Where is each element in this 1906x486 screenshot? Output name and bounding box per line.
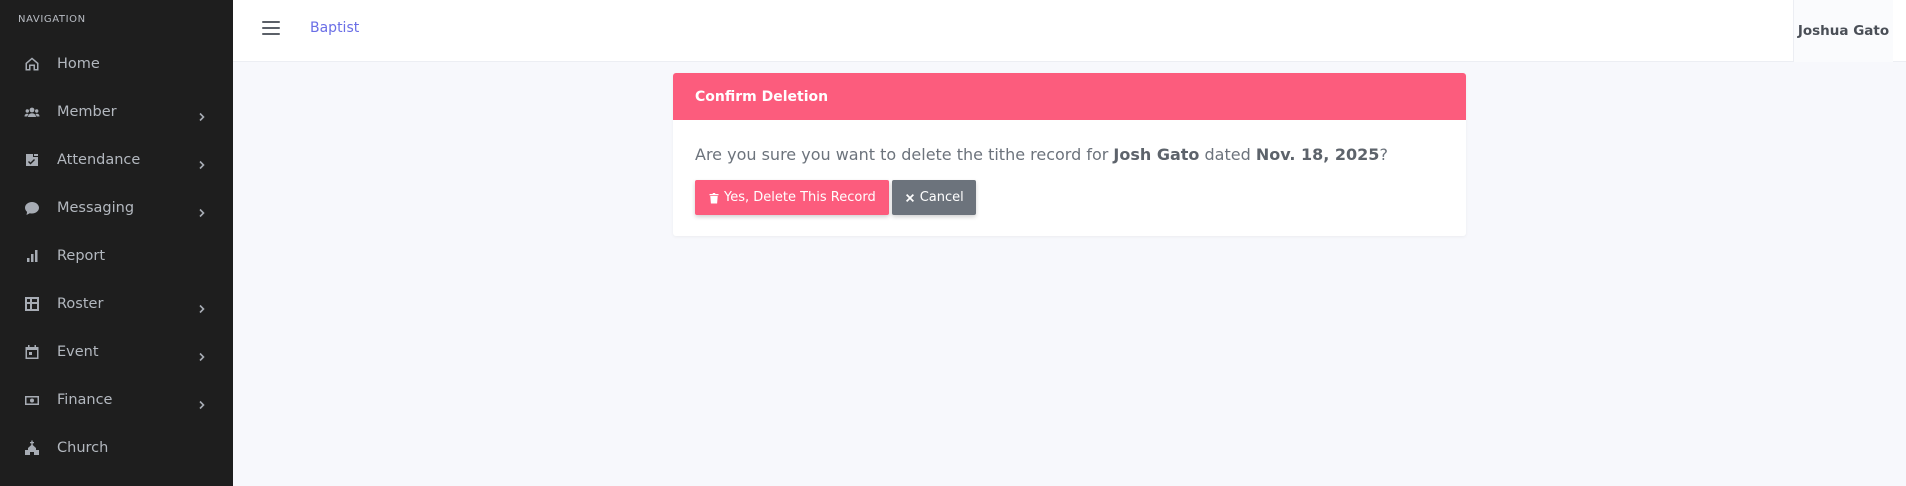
sidebar-item-label: Roster — [57, 296, 104, 312]
calendar-icon — [23, 344, 40, 361]
dialog-title: Confirm Deletion — [673, 73, 1466, 120]
cancel-button[interactable]: Cancel — [891, 180, 976, 216]
users-icon — [23, 104, 40, 121]
close-icon — [905, 193, 914, 202]
sidebar-item-label: Attendance — [57, 152, 141, 168]
hamburger-menu-icon[interactable] — [262, 21, 280, 37]
cancel-label: Cancel — [919, 190, 964, 206]
message-suffix: ? — [1379, 145, 1388, 164]
chevron-right-icon — [197, 203, 207, 218]
chevron-right-icon — [197, 155, 207, 170]
member-name: Josh Gato — [1113, 145, 1200, 164]
sidebar-item-roster[interactable]: Roster — [0, 280, 233, 328]
sidebar-item-label: Report — [57, 248, 106, 264]
church-icon — [23, 440, 40, 457]
sidebar-item-member[interactable]: Member — [0, 88, 233, 136]
sidebar-item-label: Member — [57, 104, 117, 120]
confirm-delete-button[interactable]: Yes, Delete This Record — [695, 180, 889, 216]
clipboard-icon — [23, 152, 40, 169]
chat-icon — [23, 200, 40, 217]
sidebar-item-label: Church — [57, 440, 109, 456]
bar-chart-icon — [23, 248, 40, 265]
sidebar-item-label: Home — [57, 56, 100, 72]
sidebar-item-label: Messaging — [57, 200, 135, 216]
message-middle: dated — [1199, 145, 1256, 164]
record-date: Nov. 18, 2025 — [1255, 145, 1380, 164]
top-bar: Baptist Joshua Gato — [233, 0, 1906, 62]
chevron-right-icon — [197, 299, 207, 314]
money-icon — [23, 392, 40, 409]
confirm-deletion-dialog: Confirm Deletion Are you sure you want t… — [673, 73, 1466, 236]
sidebar-item-event[interactable]: Event — [0, 328, 233, 376]
chevron-right-icon — [197, 347, 207, 362]
sidebar-item-church[interactable]: Church — [0, 424, 233, 472]
sidebar-item-finance[interactable]: Finance — [0, 376, 233, 424]
sidebar-item-report[interactable]: Report — [0, 232, 233, 280]
confirmation-message: Are you sure you want to delete the tith… — [695, 145, 1444, 164]
chevron-right-icon — [197, 395, 207, 410]
sidebar-item-label: Event — [57, 344, 99, 360]
home-icon — [23, 56, 40, 73]
brand-link[interactable]: Baptist — [310, 20, 359, 36]
nav-heading: NAVIGATION — [18, 14, 86, 25]
sidebar-item-label: Finance — [57, 392, 113, 408]
sidebar: NAVIGATION Home Member Attendance Messag… — [0, 0, 233, 486]
grid-icon — [23, 296, 40, 313]
trash-icon — [709, 192, 719, 204]
sidebar-item-home[interactable]: Home — [0, 40, 233, 88]
confirm-delete-label: Yes, Delete This Record — [724, 190, 876, 206]
sidebar-item-messaging[interactable]: Messaging — [0, 184, 233, 232]
message-prefix: Are you sure you want to delete the tith… — [695, 145, 1114, 164]
chevron-right-icon — [197, 107, 207, 122]
sidebar-item-attendance[interactable]: Attendance — [0, 136, 233, 184]
user-menu[interactable]: Joshua Gato — [1793, 0, 1893, 62]
